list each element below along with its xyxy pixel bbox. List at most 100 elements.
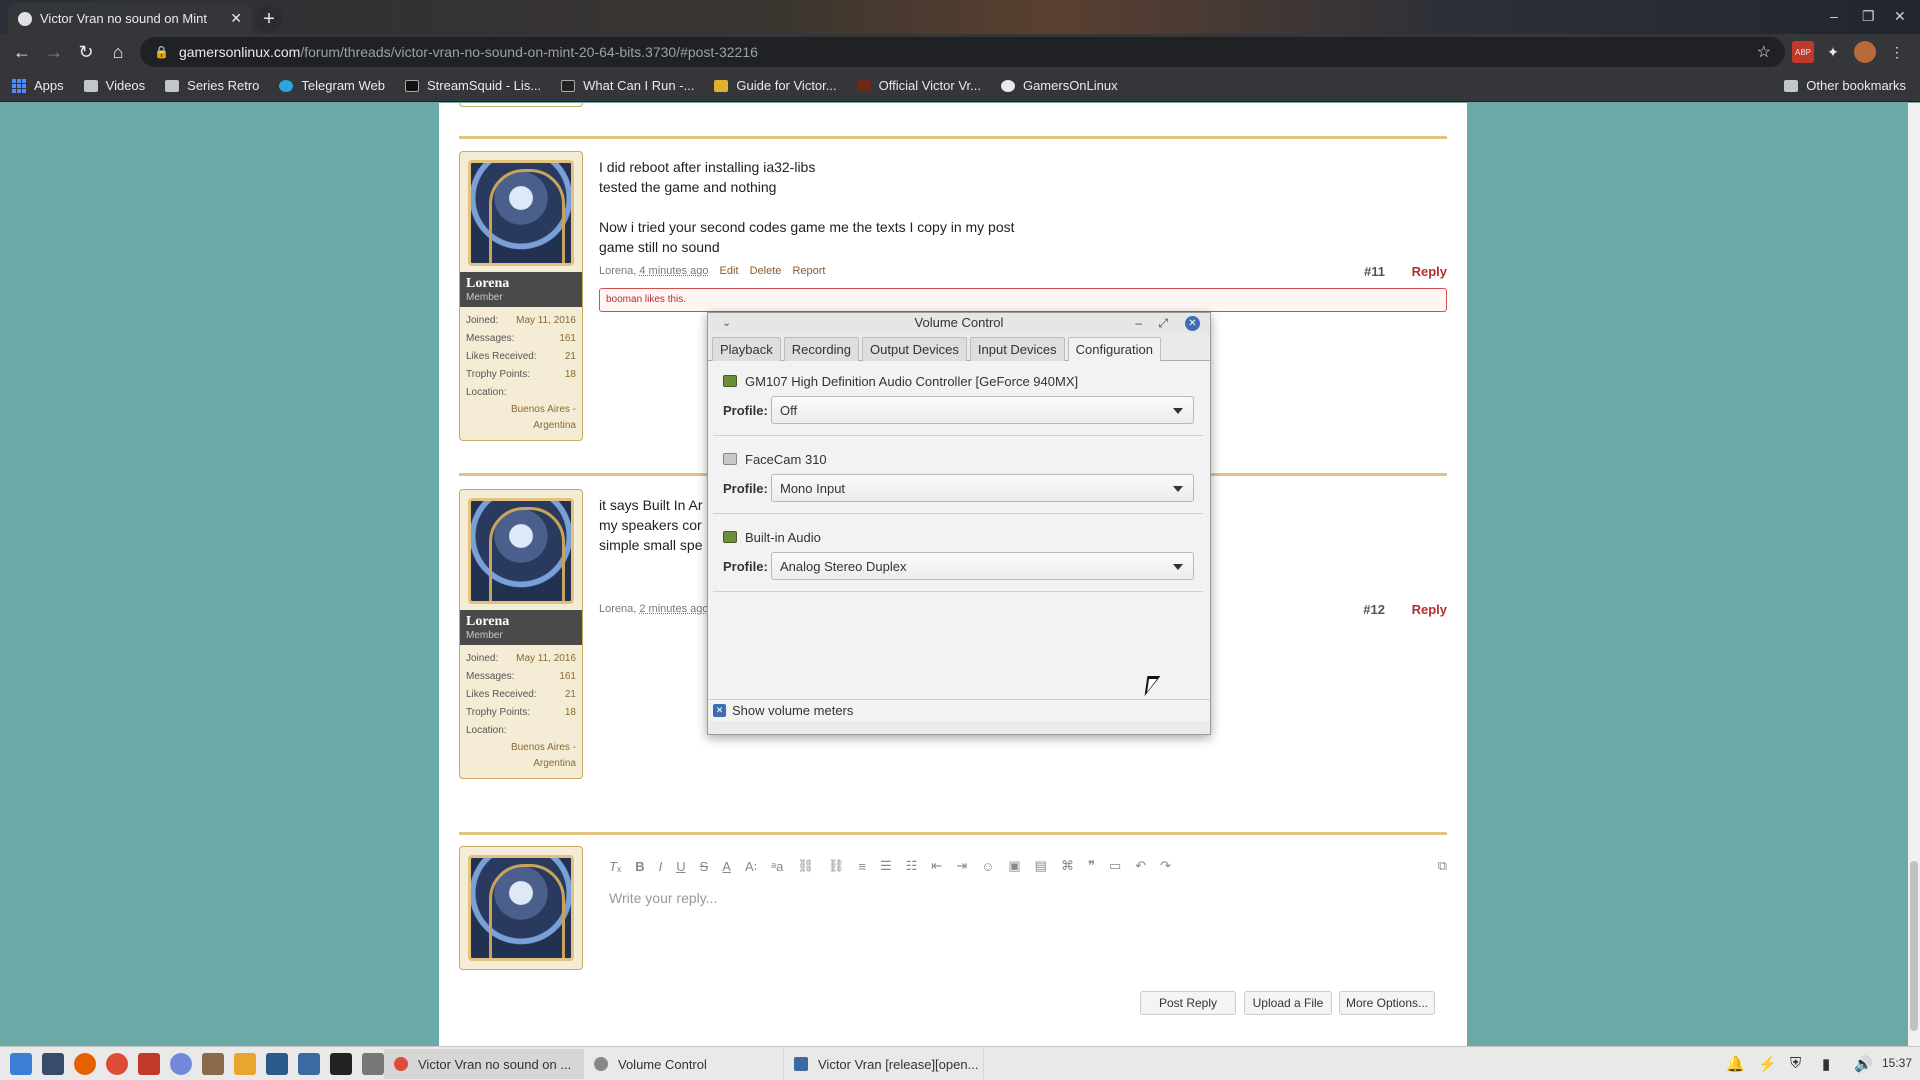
maximize-icon[interactable]: ⤢ <box>1158 313 1168 333</box>
quote-icon[interactable]: ❞ <box>1088 858 1095 874</box>
post-reply-button[interactable]: Post Reply <box>1140 991 1236 1015</box>
font-family-icon[interactable]: ᵃa <box>771 859 783 874</box>
toggle-bbcode-icon[interactable]: ⧉ <box>1438 858 1447 874</box>
avatar[interactable] <box>468 498 574 604</box>
address-bar[interactable]: 🔒 gamersonlinux.com/forum/threads/victor… <box>140 37 1785 67</box>
numbered-list-icon[interactable]: ☷ <box>906 858 918 874</box>
clapper-icon[interactable] <box>234 1052 256 1075</box>
tab-recording[interactable]: Recording <box>783 337 860 361</box>
close-tab-icon[interactable]: ✕ <box>230 10 242 27</box>
meta-author[interactable]: Lorena, <box>599 603 636 615</box>
bookmark-guide[interactable]: Guide for Victor... <box>714 78 837 93</box>
indent-icon[interactable]: ⇥ <box>956 858 967 874</box>
notifications-icon[interactable]: 🔔 <box>1726 1055 1745 1073</box>
browser-tab[interactable]: Victor Vran no sound on Mint ✕ <box>8 3 252 34</box>
task-victor-vran[interactable]: Victor Vran [release][open... <box>784 1049 984 1079</box>
smilie-icon[interactable]: ☺ <box>981 859 994 874</box>
checkbox-checked-icon[interactable]: ✕ <box>713 704 726 717</box>
task-volume-control[interactable]: Volume Control <box>584 1049 784 1079</box>
meta-time[interactable]: 4 minutes ago <box>639 265 708 277</box>
reply-link[interactable]: Reply <box>1412 264 1447 279</box>
close-icon[interactable]: ✕ <box>1185 316 1200 331</box>
discord-icon[interactable] <box>170 1052 192 1075</box>
link-icon[interactable]: ⛓ <box>797 858 814 874</box>
steam-icon[interactable] <box>266 1052 288 1075</box>
bookmark-streamsquid[interactable]: StreamSquid - Lis... <box>404 78 541 93</box>
report-link[interactable]: Report <box>792 265 825 277</box>
undo-icon[interactable]: ↶ <box>1135 858 1146 874</box>
profile-select[interactable]: Analog Stereo Duplex <box>771 552 1194 580</box>
italic-icon[interactable]: I <box>659 859 663 874</box>
location-value[interactable]: Buenos Aires - Argentina <box>466 740 576 772</box>
show-meters-row[interactable]: ✕ Show volume meters <box>708 699 1210 721</box>
battery-icon[interactable]: ▮ <box>1822 1055 1830 1073</box>
show-desktop-icon[interactable] <box>42 1052 64 1075</box>
meta-time[interactable]: 2 minutes ago <box>639 603 708 615</box>
network-icon[interactable]: ⚡ <box>1758 1055 1777 1073</box>
post-number[interactable]: #12 <box>1363 602 1385 617</box>
username[interactable]: Lorena <box>466 614 576 630</box>
clock[interactable]: 15:37 <box>1882 1056 1912 1070</box>
shield-app-icon[interactable] <box>298 1052 320 1075</box>
meta-author[interactable]: Lorena, <box>599 265 636 277</box>
game-launcher-icon[interactable] <box>138 1052 160 1075</box>
post-number[interactable]: #11 <box>1364 264 1385 279</box>
unlink-icon[interactable]: ⛓ <box>828 858 845 874</box>
messages-value[interactable]: 161 <box>559 668 576 686</box>
new-tab-button[interactable]: + <box>255 5 283 33</box>
maximize-icon[interactable]: ❐ <box>1862 8 1875 25</box>
media-icon[interactable]: ▤ <box>1035 858 1047 874</box>
adblock-icon[interactable]: ABP <box>1792 41 1814 63</box>
upload-file-button[interactable]: Upload a File <box>1244 991 1332 1015</box>
profile-select[interactable]: Off <box>771 396 1194 424</box>
align-icon[interactable]: ≡ <box>858 859 866 874</box>
delete-link[interactable]: Delete <box>750 265 782 277</box>
files-icon[interactable] <box>362 1052 384 1075</box>
bookmark-apps[interactable]: Apps <box>12 78 64 93</box>
avatar[interactable] <box>468 160 574 266</box>
firefox-icon[interactable] <box>74 1052 96 1075</box>
back-icon[interactable]: ← <box>6 36 38 68</box>
image-icon[interactable]: ▣ <box>1008 858 1020 874</box>
home-icon[interactable]: ⌂ <box>102 36 134 68</box>
shield-icon[interactable]: ⛨ <box>1790 1055 1801 1072</box>
lutris-icon[interactable] <box>202 1052 224 1075</box>
minimize-icon[interactable]: – <box>1135 313 1142 333</box>
outdent-icon[interactable]: ⇤ <box>931 858 942 874</box>
volume-icon[interactable]: 🔊 <box>1854 1055 1873 1073</box>
username[interactable]: Lorena <box>466 276 576 292</box>
terminal-icon[interactable] <box>330 1052 352 1075</box>
strikethrough-icon[interactable]: S <box>700 859 709 874</box>
reload-icon[interactable]: ↻ <box>70 36 102 68</box>
bookmark-telegram[interactable]: Telegram Web <box>279 78 385 93</box>
tab-playback[interactable]: Playback <box>712 337 781 361</box>
bookmark-videos[interactable]: Videos <box>83 78 145 93</box>
profile-avatar[interactable] <box>1854 41 1876 63</box>
page-scrollbar[interactable] <box>1908 103 1920 1046</box>
forward-icon[interactable]: → <box>38 36 70 68</box>
bookmark-whatcanirun[interactable]: What Can I Run -... <box>561 78 694 93</box>
bookmark-official[interactable]: Official Victor Vr... <box>856 78 981 93</box>
extensions-icon[interactable]: ✦ <box>1822 41 1844 63</box>
code-icon[interactable]: ⌘ <box>1061 858 1074 874</box>
bookmark-star-icon[interactable]: ☆ <box>1757 42 1771 62</box>
underline-icon[interactable]: U <box>676 859 685 874</box>
other-bookmarks[interactable]: Other bookmarks <box>1784 78 1906 93</box>
bookmark-gamersonlinux[interactable]: GamersOnLinux <box>1000 78 1118 93</box>
menu-icon[interactable]: ⋮ <box>1886 41 1908 63</box>
chrome-icon[interactable] <box>106 1052 128 1075</box>
trophy-value[interactable]: 18 <box>565 704 576 722</box>
task-chrome[interactable]: Victor Vran no sound on ... <box>384 1049 584 1079</box>
bookmark-series-retro[interactable]: Series Retro <box>165 78 259 93</box>
more-options-button[interactable]: More Options... <box>1339 991 1435 1015</box>
start-menu-icon[interactable] <box>10 1052 32 1075</box>
window-menu-icon[interactable]: ⌄ <box>722 313 731 333</box>
minimize-icon[interactable]: – <box>1830 8 1838 24</box>
profile-select[interactable]: Mono Input <box>771 474 1194 502</box>
bullet-list-icon[interactable]: ☰ <box>880 858 892 874</box>
location-value[interactable]: Buenos Aires - Argentina <box>466 402 576 434</box>
tab-input-devices[interactable]: Input Devices <box>969 337 1065 361</box>
text-color-icon[interactable]: A <box>722 859 731 874</box>
tab-configuration[interactable]: Configuration <box>1067 337 1161 361</box>
save-draft-icon[interactable]: ▭ <box>1109 858 1121 874</box>
